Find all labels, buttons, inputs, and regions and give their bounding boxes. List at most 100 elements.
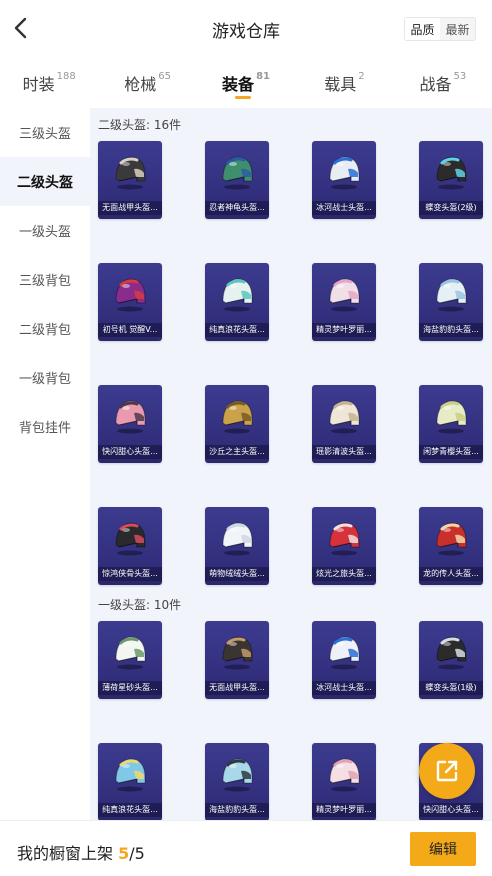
helmet-icon xyxy=(436,636,467,670)
sidebar-item-level1-helmet[interactable]: 一级头盔 xyxy=(0,206,90,255)
tab-active-indicator xyxy=(235,96,252,99)
helmet-icon xyxy=(115,156,146,190)
showcase-current: 5 xyxy=(118,844,130,863)
helmet-icon xyxy=(222,156,253,190)
sort-option-quality[interactable]: 品质 xyxy=(405,18,440,40)
item-name: 瑶影清波头盔... xyxy=(312,445,376,459)
sort-toggle: 品质 最新 xyxy=(404,17,476,41)
helmet-icon xyxy=(329,758,360,792)
helmet-icon xyxy=(329,400,360,434)
share-button[interactable] xyxy=(419,743,475,799)
item-name: 龙的传人头盔... xyxy=(419,567,483,581)
helmet-icon xyxy=(329,636,360,670)
tab-equipment[interactable]: 装备 81 xyxy=(197,58,295,108)
item-name: 闲梦青樱头盔... xyxy=(419,445,483,459)
item-name: 无面战甲头盔... xyxy=(205,681,269,695)
sidebar-item-level3-helmet[interactable]: 三级头盔 xyxy=(0,108,90,157)
helmet-icon xyxy=(329,522,360,556)
tab-label: 战备 xyxy=(419,75,452,94)
section-title: 二级头盔: 16件 xyxy=(98,118,182,132)
item-card[interactable]: 蝶变头盔(1级) xyxy=(419,621,483,699)
item-name: 忍者神龟头盔... xyxy=(205,201,269,215)
item-card[interactable]: 海盐豹豹头盔... xyxy=(205,743,269,820)
item-name: 冰河战士头盔... xyxy=(312,681,376,695)
item-name: 薄荷星砂头盔... xyxy=(98,681,162,695)
item-card[interactable]: 薄荷星砂头盔... xyxy=(98,621,162,699)
tab-count: 53 xyxy=(453,70,467,82)
item-card[interactable]: 快闪甜心头盔... xyxy=(98,385,162,463)
helmet-icon xyxy=(115,636,146,670)
helmet-icon xyxy=(436,400,467,434)
sidebar-item-level3-backpack[interactable]: 三级背包 xyxy=(0,255,90,304)
item-card[interactable]: 蝶变头盔(2级) xyxy=(419,141,483,219)
item-name: 蝶变头盔(1级) xyxy=(419,681,483,695)
sidebar-item-level2-backpack[interactable]: 二级背包 xyxy=(0,304,90,353)
item-card[interactable]: 无面战甲头盔... xyxy=(98,141,162,219)
item-card[interactable]: 瑶影清波头盔... xyxy=(312,385,376,463)
item-card[interactable]: 冰河战士头盔... xyxy=(312,621,376,699)
item-name: 海盐豹豹头盔... xyxy=(205,803,269,817)
item-card[interactable]: 精灵梦叶罗丽... xyxy=(312,743,376,820)
item-card[interactable]: 初号机 觉醒V... xyxy=(98,263,162,341)
item-name: 冰河战士头盔... xyxy=(312,201,376,215)
helmet-icon xyxy=(436,522,467,556)
tab-label: 枪械 xyxy=(124,75,157,94)
helmet-icon xyxy=(115,758,146,792)
item-card[interactable]: 龙的传人头盔... xyxy=(419,507,483,585)
helmet-icon xyxy=(436,278,467,312)
category-tabs: 时装 188 枪械 65 装备 81 载具 2 战备 53 xyxy=(0,58,492,108)
item-name: 快闪甜心头盔... xyxy=(419,803,483,817)
item-name: 海盐豹豹头盔... xyxy=(419,323,483,337)
external-link-icon xyxy=(436,760,458,782)
item-grid: 二级头盔: 16件 无面战甲头盔... 忍者神龟头盔... 冰河战士头盔... 蝶变头盔… xyxy=(90,108,492,820)
section-title: 一级头盔: 10件 xyxy=(98,598,182,612)
item-name: 炫光之旅头盔... xyxy=(312,567,376,581)
item-name: 精灵梦叶罗丽... xyxy=(312,803,376,817)
item-card[interactable]: 忍者神龟头盔... xyxy=(205,141,269,219)
tab-count: 2 xyxy=(358,70,365,82)
item-card[interactable]: 海盐豹豹头盔... xyxy=(419,263,483,341)
item-name: 萌物绒绒头盔... xyxy=(205,567,269,581)
helmet-icon xyxy=(329,156,360,190)
showcase-total: /5 xyxy=(129,844,145,863)
tab-vehicles[interactable]: 载具 2 xyxy=(295,58,393,108)
item-card[interactable]: 纯真浪花头盔... xyxy=(205,263,269,341)
sort-option-newest[interactable]: 最新 xyxy=(440,18,475,40)
helmet-icon xyxy=(222,758,253,792)
item-name: 精灵梦叶罗丽... xyxy=(312,323,376,337)
helmet-icon xyxy=(115,522,146,556)
sidebar-item-level2-helmet[interactable]: 二级头盔 xyxy=(0,157,90,206)
item-card[interactable]: 惊鸿侠骨头盔... xyxy=(98,507,162,585)
showcase-label: 我的橱窗上架 xyxy=(17,844,114,863)
tab-label: 装备 xyxy=(222,75,255,94)
sidebar-item-backpack-charm[interactable]: 背包挂件 xyxy=(0,402,90,451)
item-card[interactable]: 纯真浪花头盔... xyxy=(98,743,162,820)
item-name: 纯真浪花头盔... xyxy=(98,803,162,817)
tab-count: 188 xyxy=(56,70,76,82)
helmet-icon xyxy=(115,400,146,434)
item-card[interactable]: 闲梦青樱头盔... xyxy=(419,385,483,463)
app: 游戏仓库 品质 最新 时装 188 枪械 65 装备 81 载具 2 战备 53 三级头盔… xyxy=(0,0,492,876)
item-name: 蝶变头盔(2级) xyxy=(419,201,483,215)
helmet-icon xyxy=(115,278,146,312)
item-card[interactable]: 无面战甲头盔... xyxy=(205,621,269,699)
item-card[interactable]: 冰河战士头盔... xyxy=(312,141,376,219)
helmet-icon xyxy=(329,278,360,312)
item-name: 快闪甜心头盔... xyxy=(98,445,162,459)
tab-label: 载具 xyxy=(324,75,357,94)
item-card[interactable]: 炫光之旅头盔... xyxy=(312,507,376,585)
item-card[interactable]: 沙丘之主头盔... xyxy=(205,385,269,463)
header: 游戏仓库 品质 最新 xyxy=(0,0,492,58)
tab-supplies[interactable]: 战备 53 xyxy=(394,58,492,108)
item-name: 惊鸿侠骨头盔... xyxy=(98,567,162,581)
tab-fashion[interactable]: 时装 188 xyxy=(0,58,98,108)
tab-weapons[interactable]: 枪械 65 xyxy=(98,58,196,108)
helmet-icon xyxy=(222,522,253,556)
item-card[interactable]: 萌物绒绒头盔... xyxy=(205,507,269,585)
item-name: 无面战甲头盔... xyxy=(98,201,162,215)
item-card[interactable]: 精灵梦叶罗丽... xyxy=(312,263,376,341)
edit-button[interactable]: 编辑 xyxy=(410,832,476,866)
helmet-icon xyxy=(222,636,253,670)
sidebar-item-level1-backpack[interactable]: 一级背包 xyxy=(0,353,90,402)
tab-count: 65 xyxy=(158,70,171,82)
